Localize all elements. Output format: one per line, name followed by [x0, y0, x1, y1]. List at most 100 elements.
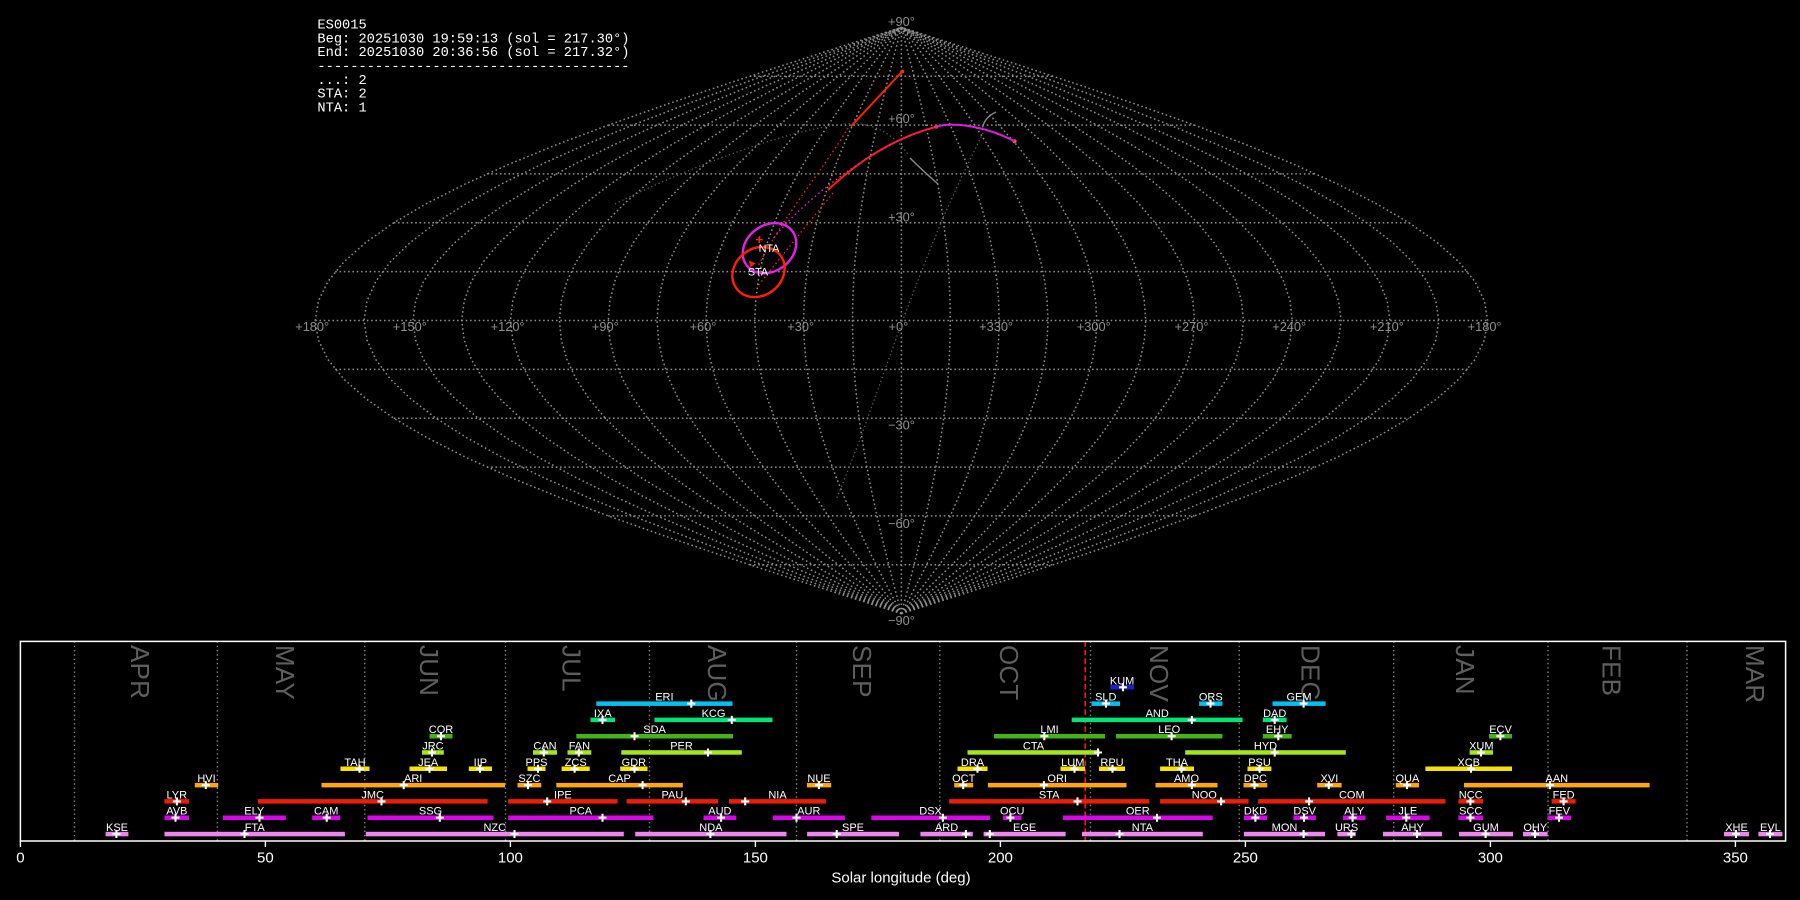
svg-text:NZC: NZC — [483, 822, 506, 834]
svg-text:LMI: LMI — [1040, 724, 1058, 736]
svg-text:PAU: PAU — [661, 789, 683, 801]
svg-text:+270°: +270° — [1175, 319, 1209, 334]
svg-text:CAP: CAP — [608, 773, 631, 785]
svg-text:AVB: AVB — [166, 806, 187, 818]
svg-text:...: 2: ...: 2 — [317, 74, 366, 89]
svg-text:GUM: GUM — [1473, 822, 1499, 834]
svg-text:ELY: ELY — [244, 806, 265, 818]
svg-text:LEO: LEO — [1158, 724, 1180, 736]
svg-text:EGE: EGE — [1013, 822, 1036, 834]
svg-text:APR: APR — [125, 645, 155, 699]
svg-text:STA: 2: STA: 2 — [317, 88, 366, 103]
svg-text:KUM: KUM — [1110, 675, 1134, 687]
svg-text:NTA: NTA — [1132, 822, 1154, 834]
svg-text:STA: STA — [1039, 789, 1060, 801]
svg-text:SZC: SZC — [518, 773, 540, 785]
svg-text:URS: URS — [1335, 822, 1358, 834]
svg-text:SDA: SDA — [643, 724, 666, 736]
svg-text:XUM: XUM — [1469, 741, 1493, 753]
svg-text:LYR: LYR — [167, 789, 188, 801]
svg-text:OHY: OHY — [1523, 822, 1548, 834]
svg-text:STA: STA — [748, 267, 769, 279]
svg-text:DKD: DKD — [1244, 806, 1267, 818]
svg-text:KCG: KCG — [702, 708, 726, 720]
svg-text:JEA: JEA — [418, 757, 439, 769]
svg-text:GDR: GDR — [622, 757, 647, 769]
svg-text:NTA: NTA — [759, 243, 781, 255]
svg-text:ERI: ERI — [655, 692, 673, 704]
svg-text:JLE: JLE — [1398, 806, 1417, 818]
svg-text:SCC: SCC — [1459, 806, 1482, 818]
svg-text:XCB: XCB — [1457, 757, 1480, 769]
svg-text:AND: AND — [1146, 708, 1169, 720]
svg-text:DRA: DRA — [961, 757, 985, 769]
svg-text:SLD: SLD — [1095, 692, 1116, 704]
svg-text:ARI: ARI — [404, 773, 422, 785]
svg-text:MAR: MAR — [1740, 645, 1770, 703]
svg-text:AAN: AAN — [1545, 773, 1568, 785]
svg-text:EHY: EHY — [1266, 724, 1289, 736]
svg-text:FED: FED — [1553, 789, 1575, 801]
svg-text:COR: COR — [429, 724, 454, 736]
svg-text:350: 350 — [1723, 850, 1748, 867]
svg-text:EVL: EVL — [1760, 822, 1781, 834]
svg-text:OCT: OCT — [952, 773, 976, 785]
svg-text:ORS: ORS — [1199, 692, 1223, 704]
svg-text:150: 150 — [743, 850, 768, 867]
svg-text:+300°: +300° — [1077, 319, 1111, 334]
svg-text:HYD: HYD — [1254, 741, 1277, 753]
svg-text:200: 200 — [988, 850, 1013, 867]
svg-text:ORI: ORI — [1047, 773, 1067, 785]
svg-text:GEM: GEM — [1286, 692, 1311, 704]
svg-text:DPC: DPC — [1244, 773, 1267, 785]
svg-text:+240°: +240° — [1272, 319, 1306, 334]
svg-text:NDA: NDA — [699, 822, 723, 834]
svg-text:+180°: +180° — [295, 319, 329, 334]
svg-text:300: 300 — [1478, 850, 1503, 867]
svg-text:NCC: NCC — [1459, 789, 1483, 801]
svg-text:+210°: +210° — [1370, 319, 1404, 334]
svg-text:DSX: DSX — [919, 806, 942, 818]
svg-text:MAY: MAY — [270, 645, 300, 700]
svg-text:AUG: AUG — [702, 645, 732, 702]
svg-text:FAN: FAN — [569, 741, 590, 753]
svg-text:FTA: FTA — [245, 822, 266, 834]
svg-text:+150°: +150° — [393, 319, 427, 334]
svg-text:PER: PER — [670, 741, 693, 753]
svg-text:NIA: NIA — [768, 789, 787, 801]
svg-text:100: 100 — [498, 850, 523, 867]
svg-text:FEB: FEB — [1597, 645, 1627, 696]
svg-text:CAN: CAN — [533, 741, 556, 753]
svg-text:DAD: DAD — [1263, 708, 1286, 720]
svg-text:------------------------------: -------------------------------------- — [317, 60, 629, 75]
svg-text:IIP: IIP — [474, 757, 487, 769]
svg-text:OCT: OCT — [994, 645, 1024, 700]
svg-text:XHE: XHE — [1725, 822, 1748, 834]
svg-text:+90°: +90° — [888, 14, 915, 29]
svg-text:AUR: AUR — [797, 806, 820, 818]
svg-text:AMO: AMO — [1174, 773, 1200, 785]
svg-text:PCA: PCA — [569, 806, 592, 818]
svg-text:JRC: JRC — [422, 741, 443, 753]
svg-text:SSG: SSG — [419, 806, 442, 818]
svg-text:SPE: SPE — [842, 822, 864, 834]
svg-text:50: 50 — [257, 850, 274, 867]
svg-text:ECV: ECV — [1489, 724, 1512, 736]
svg-text:AHY: AHY — [1401, 822, 1424, 834]
svg-text:SEP: SEP — [847, 645, 877, 698]
svg-text:NTA: 1: NTA: 1 — [317, 101, 366, 116]
svg-text:End: 20251030 20:36:56 (sol =: End: 20251030 20:36:56 (sol = 217.32°) — [317, 46, 629, 61]
svg-text:TAH: TAH — [344, 757, 365, 769]
svg-text:OER: OER — [1126, 806, 1150, 818]
svg-text:RPU: RPU — [1100, 757, 1123, 769]
svg-text:PSU: PSU — [1248, 757, 1271, 769]
svg-text:LUM: LUM — [1061, 757, 1084, 769]
svg-text:ALY: ALY — [1344, 806, 1365, 818]
svg-text:+330°: +330° — [979, 319, 1013, 334]
svg-text:−90°: −90° — [888, 613, 915, 628]
svg-text:THA: THA — [1166, 757, 1189, 769]
svg-text:ARD: ARD — [935, 822, 958, 834]
svg-text:Solar longitude (deg): Solar longitude (deg) — [831, 870, 970, 887]
svg-text:XVI: XVI — [1321, 773, 1339, 785]
svg-text:+0°: +0° — [889, 319, 909, 334]
